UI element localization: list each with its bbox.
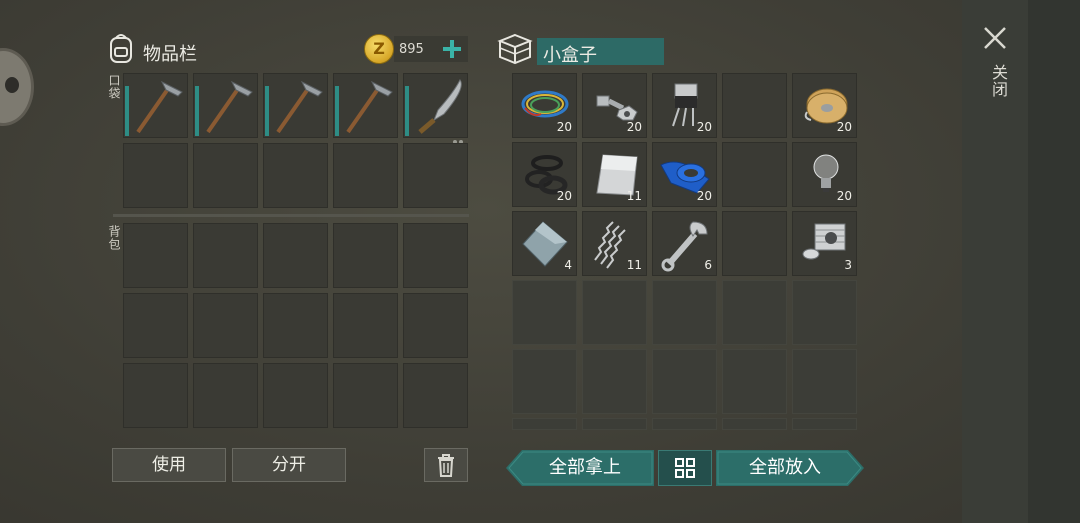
put-all-label: 全部放入 [749, 457, 821, 478]
container-slot[interactable] [792, 280, 857, 345]
container-slot[interactable]: 20 [792, 73, 857, 138]
container-slot[interactable] [582, 418, 647, 430]
container-slot[interactable]: 20 [582, 73, 647, 138]
use-button[interactable]: 使用 [112, 448, 226, 482]
backpack-slot[interactable] [333, 223, 398, 288]
backpack-slot[interactable] [403, 363, 468, 428]
pocket-slot[interactable] [123, 73, 188, 138]
backpack-slot[interactable] [263, 293, 328, 358]
backpack-slot[interactable] [123, 223, 188, 288]
container-slot[interactable]: 3 [792, 211, 857, 276]
container-slot[interactable] [582, 349, 647, 414]
container-slot[interactable]: 20 [512, 73, 577, 138]
take-all-button[interactable]: 全部拿上 [506, 450, 654, 486]
close-icon[interactable] [983, 26, 1007, 50]
split-button[interactable]: 分开 [232, 448, 346, 482]
backpack-slot[interactable] [123, 363, 188, 428]
sort-button[interactable] [658, 450, 712, 486]
add-currency-button[interactable] [441, 38, 463, 60]
pickaxe-icon [206, 80, 253, 134]
container-slot[interactable] [722, 418, 787, 430]
container-slot[interactable] [722, 142, 787, 207]
container-slot[interactable]: 4 [512, 211, 577, 276]
close-label[interactable]: 关闭 [986, 64, 1010, 98]
trash-icon [438, 454, 454, 477]
backpack-slot[interactable] [403, 223, 468, 288]
container-slot[interactable] [652, 349, 717, 414]
container-slot[interactable] [512, 349, 577, 414]
container-slot[interactable] [512, 418, 577, 430]
take-all-label: 全部拿上 [549, 457, 621, 478]
backpack-icon [106, 32, 136, 64]
pocket-slot[interactable] [263, 73, 328, 138]
backpack-slot[interactable] [403, 293, 468, 358]
container-slot[interactable]: 20 [652, 73, 717, 138]
backpack-slot[interactable] [333, 293, 398, 358]
pocket-slot[interactable] [403, 73, 468, 144]
grid-icon [675, 458, 695, 478]
right-sidebar [962, 0, 1080, 523]
pickaxe-icon [276, 80, 323, 134]
container-slot[interactable] [792, 418, 857, 430]
coin-icon: Z [364, 34, 394, 64]
container-slot[interactable] [792, 349, 857, 414]
container-slot[interactable] [652, 418, 717, 430]
container-slot[interactable] [722, 73, 787, 138]
container-slot[interactable]: 20 [512, 142, 577, 207]
put-all-button[interactable]: 全部放入 [716, 450, 864, 486]
container-slot[interactable] [722, 211, 787, 276]
backpack-slot[interactable] [193, 223, 258, 288]
currency-amount: 895 [399, 42, 424, 57]
container-slot[interactable]: 6 [652, 211, 717, 276]
inventory-title: 物品栏 [143, 44, 197, 65]
pocket-slot[interactable] [263, 143, 328, 208]
container-slot[interactable]: 11 [582, 142, 647, 207]
container-slot[interactable] [722, 349, 787, 414]
container-slot[interactable]: 20 [792, 142, 857, 207]
pocket-slot[interactable] [193, 73, 258, 138]
pocket-slot[interactable] [333, 143, 398, 208]
pocket-slot[interactable] [123, 143, 188, 208]
container-slot[interactable] [582, 280, 647, 345]
avatar[interactable] [0, 48, 34, 126]
container-slot[interactable] [652, 280, 717, 345]
container-slot[interactable] [722, 280, 787, 345]
trash-button[interactable] [424, 448, 468, 482]
container-slot[interactable]: 20 [652, 142, 717, 207]
pocket-slot[interactable] [403, 143, 468, 208]
pickaxe-icon [136, 80, 183, 134]
backpack-label: 背包 [107, 225, 121, 251]
backpack-slot[interactable] [263, 363, 328, 428]
container-title: 小盒子 [543, 45, 597, 66]
backpack-slot[interactable] [123, 293, 188, 358]
container-slot[interactable] [512, 280, 577, 345]
section-divider [113, 214, 469, 217]
pocket-label: 口袋 [107, 74, 121, 100]
backpack-slot[interactable] [263, 223, 328, 288]
container-slot[interactable]: 11 [582, 211, 647, 276]
box-icon [497, 32, 533, 66]
pocket-slot[interactable] [333, 73, 398, 138]
pickaxe-icon [346, 80, 393, 134]
backpack-slot[interactable] [193, 363, 258, 428]
pocket-slot[interactable] [193, 143, 258, 208]
backpack-slot[interactable] [333, 363, 398, 428]
backpack-slot[interactable] [193, 293, 258, 358]
